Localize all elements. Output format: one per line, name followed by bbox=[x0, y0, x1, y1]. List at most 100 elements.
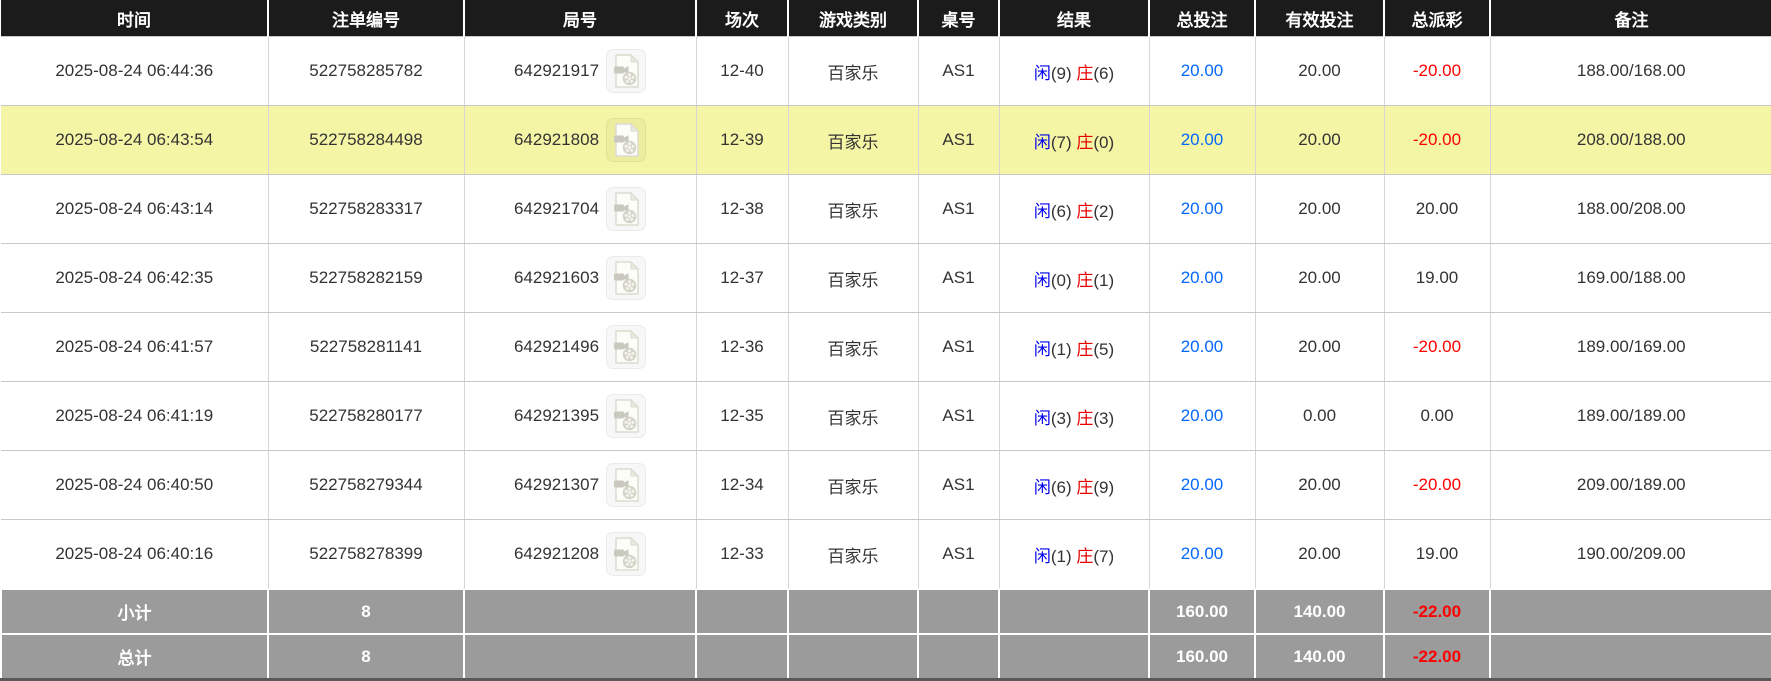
bet-record-row[interactable]: 2025-08-24 06:44:36 522758285782 6429219… bbox=[1, 36, 1771, 106]
subtotal-empty-round bbox=[463, 588, 697, 635]
total-bet-cell[interactable]: 20.00 bbox=[1148, 450, 1256, 520]
game-type-cell: 百家乐 bbox=[787, 450, 919, 520]
banker-result-label: 庄 bbox=[1076, 339, 1094, 359]
time-cell: 2025-08-24 06:40:50 bbox=[1, 450, 269, 520]
game-type-cell: 百家乐 bbox=[787, 105, 919, 175]
table-summary: 小计 8 160.00 140.00 -22.00 总计 8 160.00 14… bbox=[0, 588, 1771, 681]
session-cell: 12-33 bbox=[695, 519, 789, 590]
valid-bet-cell: 20.00 bbox=[1254, 36, 1385, 106]
video-file-icon bbox=[612, 192, 640, 226]
grand-total-valid-bet: 140.00 bbox=[1254, 633, 1385, 681]
session-cell: 12-40 bbox=[695, 36, 789, 106]
video-file-icon bbox=[612, 537, 640, 571]
result-cell: 闲(1) 庄(5) bbox=[998, 312, 1150, 382]
bet-record-row[interactable]: 2025-08-24 06:41:57 522758281141 6429214… bbox=[1, 312, 1771, 382]
player-result-label: 闲 bbox=[1033, 477, 1051, 497]
valid-bet-cell: 0.00 bbox=[1254, 381, 1385, 451]
video-replay-button[interactable] bbox=[606, 118, 647, 162]
banker-result-label: 庄 bbox=[1076, 63, 1094, 83]
round-cell: 642921395 bbox=[463, 381, 697, 451]
grand-total-empty-result bbox=[998, 633, 1150, 681]
total-bet-cell[interactable]: 20.00 bbox=[1148, 36, 1256, 106]
result-cell: 闲(3) 庄(3) bbox=[998, 381, 1150, 451]
bet-record-row[interactable]: 2025-08-24 06:43:14 522758283317 6429217… bbox=[1, 174, 1771, 244]
video-file-icon bbox=[612, 54, 640, 88]
total-bet-cell[interactable]: 20.00 bbox=[1148, 312, 1256, 382]
total-bet-cell[interactable]: 20.00 bbox=[1148, 519, 1256, 590]
round-id: 642921307 bbox=[513, 475, 600, 494]
total-bet-cell[interactable]: 20.00 bbox=[1148, 105, 1256, 175]
round-id: 642921704 bbox=[513, 199, 600, 218]
col-header-remark: 备注 bbox=[1489, 0, 1771, 37]
video-replay-button[interactable] bbox=[606, 532, 647, 576]
subtotal-valid-bet: 140.00 bbox=[1254, 588, 1385, 635]
total-bet-cell[interactable]: 20.00 bbox=[1148, 243, 1256, 313]
remark-cell: 188.00/208.00 bbox=[1489, 174, 1771, 244]
round-cell: 642921307 bbox=[463, 450, 697, 520]
bet-record-row[interactable]: 2025-08-24 06:40:50 522758279344 6429213… bbox=[1, 450, 1771, 520]
subtotal-total-bet: 160.00 bbox=[1148, 588, 1256, 635]
total-bet-cell[interactable]: 20.00 bbox=[1148, 381, 1256, 451]
session-cell: 12-35 bbox=[695, 381, 789, 451]
col-header-payout: 总派彩 bbox=[1383, 0, 1490, 37]
round-id: 642921496 bbox=[513, 337, 600, 356]
bet-id-cell: 522758285782 bbox=[267, 36, 465, 106]
round-id: 642921208 bbox=[513, 544, 600, 563]
bet-id-cell: 522758278399 bbox=[267, 519, 465, 590]
result-cell: 闲(0) 庄(1) bbox=[998, 243, 1150, 313]
col-header-time: 时间 bbox=[1, 0, 268, 37]
bet-record-row[interactable]: 2025-08-24 06:41:19 522758280177 6429213… bbox=[1, 381, 1771, 451]
banker-result-score: (6) bbox=[1093, 63, 1115, 83]
bet-id-cell: 522758283317 bbox=[267, 174, 465, 244]
round-id: 642921395 bbox=[513, 406, 600, 425]
bet-record-row[interactable]: 2025-08-24 06:40:16 522758278399 6429212… bbox=[1, 519, 1771, 590]
player-result-label: 闲 bbox=[1033, 201, 1051, 221]
video-replay-button[interactable] bbox=[606, 187, 647, 231]
time-cell: 2025-08-24 06:40:16 bbox=[1, 519, 269, 590]
player-result-label: 闲 bbox=[1033, 132, 1051, 152]
player-result-score: (6) bbox=[1050, 201, 1072, 221]
banker-result-label: 庄 bbox=[1076, 270, 1094, 290]
time-cell: 2025-08-24 06:42:35 bbox=[1, 243, 269, 313]
col-header-round-id: 局号 bbox=[463, 0, 696, 37]
round-cell: 642921704 bbox=[463, 174, 697, 244]
video-replay-button[interactable] bbox=[606, 256, 647, 300]
col-header-game-type: 游戏类别 bbox=[787, 0, 918, 37]
total-bet-cell[interactable]: 20.00 bbox=[1148, 174, 1256, 244]
banker-result-score: (9) bbox=[1093, 477, 1115, 497]
payout-cell: 0.00 bbox=[1383, 381, 1491, 451]
payout-cell: -20.00 bbox=[1383, 105, 1491, 175]
bet-record-row[interactable]: 2025-08-24 06:42:35 522758282159 6429216… bbox=[1, 243, 1771, 313]
table-id-cell: AS1 bbox=[917, 105, 1000, 175]
table-id-cell: AS1 bbox=[917, 36, 1000, 106]
remark-cell: 209.00/189.00 bbox=[1489, 450, 1771, 520]
video-replay-button[interactable] bbox=[606, 49, 647, 93]
table-id-cell: AS1 bbox=[917, 174, 1000, 244]
round-cell: 642921808 bbox=[463, 105, 697, 175]
round-cell: 642921917 bbox=[463, 36, 697, 106]
col-header-table-id: 桌号 bbox=[917, 0, 999, 37]
video-replay-button[interactable] bbox=[606, 463, 647, 507]
table-header: 时间 注单编号 局号 场次 游戏类别 桌号 结果 总投注 有效投注 总派彩 备注 bbox=[1, 0, 1771, 37]
player-result-score: (0) bbox=[1050, 270, 1072, 290]
video-replay-button[interactable] bbox=[606, 394, 647, 438]
grand-total-label: 总计 bbox=[0, 633, 269, 681]
video-file-icon bbox=[612, 261, 640, 295]
result-cell: 闲(1) 庄(7) bbox=[998, 519, 1150, 590]
valid-bet-cell: 20.00 bbox=[1254, 312, 1385, 382]
round-id: 642921917 bbox=[513, 61, 600, 80]
video-replay-button[interactable] bbox=[606, 325, 647, 369]
remark-cell: 169.00/188.00 bbox=[1489, 243, 1771, 313]
grand-total-empty-remark bbox=[1489, 633, 1771, 681]
remark-cell: 190.00/209.00 bbox=[1489, 519, 1771, 590]
banker-result-label: 庄 bbox=[1076, 132, 1094, 152]
table-id-cell: AS1 bbox=[917, 450, 1000, 520]
bet-record-row[interactable]: 2025-08-24 06:43:54 522758284498 6429218… bbox=[1, 105, 1771, 175]
video-file-icon bbox=[612, 123, 640, 157]
subtotal-empty-remark bbox=[1489, 588, 1771, 635]
subtotal-empty-session bbox=[695, 588, 789, 635]
payout-cell: 19.00 bbox=[1383, 243, 1491, 313]
payout-cell: -20.00 bbox=[1383, 36, 1491, 106]
banker-result-label: 庄 bbox=[1076, 408, 1094, 428]
subtotal-empty-game-type bbox=[787, 588, 919, 635]
